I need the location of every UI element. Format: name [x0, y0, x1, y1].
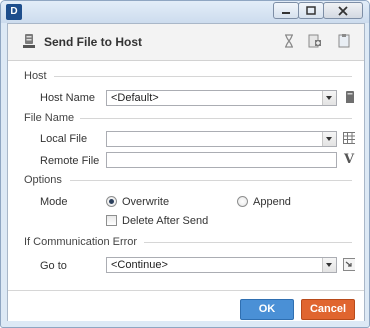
delete-after-send-checkbox[interactable]: [106, 215, 117, 226]
goto-dropdown[interactable]: <Continue>: [106, 257, 337, 273]
window-controls: [273, 2, 363, 19]
dialog-header: Send File to Host: [8, 24, 364, 61]
title-bar: D: [1, 1, 369, 23]
app-logo-icon: D: [6, 4, 22, 20]
chevron-down-icon[interactable]: [322, 132, 336, 146]
host-name-dropdown[interactable]: <Default>: [106, 90, 337, 106]
file-name-section-title: File Name: [24, 112, 75, 124]
maximize-icon: [306, 6, 316, 15]
overwrite-radio[interactable]: [106, 196, 117, 207]
delete-after-send-label[interactable]: Delete After Send: [122, 215, 208, 227]
close-icon: [338, 5, 348, 16]
maximize-button[interactable]: [298, 2, 324, 19]
local-file-dropdown[interactable]: [106, 131, 337, 147]
hourglass-icon[interactable]: [281, 33, 297, 49]
file-name-divider: [80, 118, 352, 119]
host-divider: [54, 76, 352, 77]
host-device-icon[interactable]: [344, 90, 356, 103]
goto-jump-icon[interactable]: [343, 258, 355, 271]
overwrite-label[interactable]: Overwrite: [122, 196, 169, 208]
close-button[interactable]: [323, 2, 363, 19]
append-radio[interactable]: [237, 196, 248, 207]
mode-label: Mode: [40, 196, 68, 208]
minimize-button[interactable]: [273, 2, 299, 19]
ok-button[interactable]: OK: [240, 299, 294, 320]
communication-error-divider: [144, 242, 352, 243]
host-section-title: Host: [24, 70, 47, 82]
local-file-label: Local File: [40, 133, 88, 145]
send-file-icon: [23, 34, 35, 48]
options-divider: [70, 180, 352, 181]
notes-icon[interactable]: [336, 33, 352, 49]
variable-button[interactable]: V: [344, 152, 354, 167]
append-label[interactable]: Append: [253, 196, 291, 208]
remote-file-label: Remote File: [40, 155, 100, 167]
goto-label: Go to: [40, 260, 67, 272]
chevron-down-icon[interactable]: [322, 91, 336, 105]
options-section-title: Options: [24, 174, 62, 186]
host-name-value: <Default>: [111, 92, 159, 104]
goto-value: <Continue>: [111, 259, 168, 271]
dialog-content: Send File to Host Host Host Name <Defaul…: [7, 23, 365, 321]
communication-error-section-title: If Communication Error: [24, 236, 138, 248]
grid-icon[interactable]: [343, 132, 355, 145]
dialog-footer: OK Cancel: [8, 290, 364, 321]
cancel-button[interactable]: Cancel: [301, 299, 355, 320]
host-name-label: Host Name: [40, 92, 96, 104]
remote-file-input[interactable]: [106, 152, 337, 168]
dialog-window: D Send File to Host Host Host Name <Defa…: [0, 0, 370, 328]
dialog-title: Send File to Host: [44, 35, 143, 49]
add-document-icon[interactable]: [307, 33, 323, 49]
chevron-down-icon[interactable]: [322, 258, 336, 272]
minimize-icon: [282, 11, 290, 14]
